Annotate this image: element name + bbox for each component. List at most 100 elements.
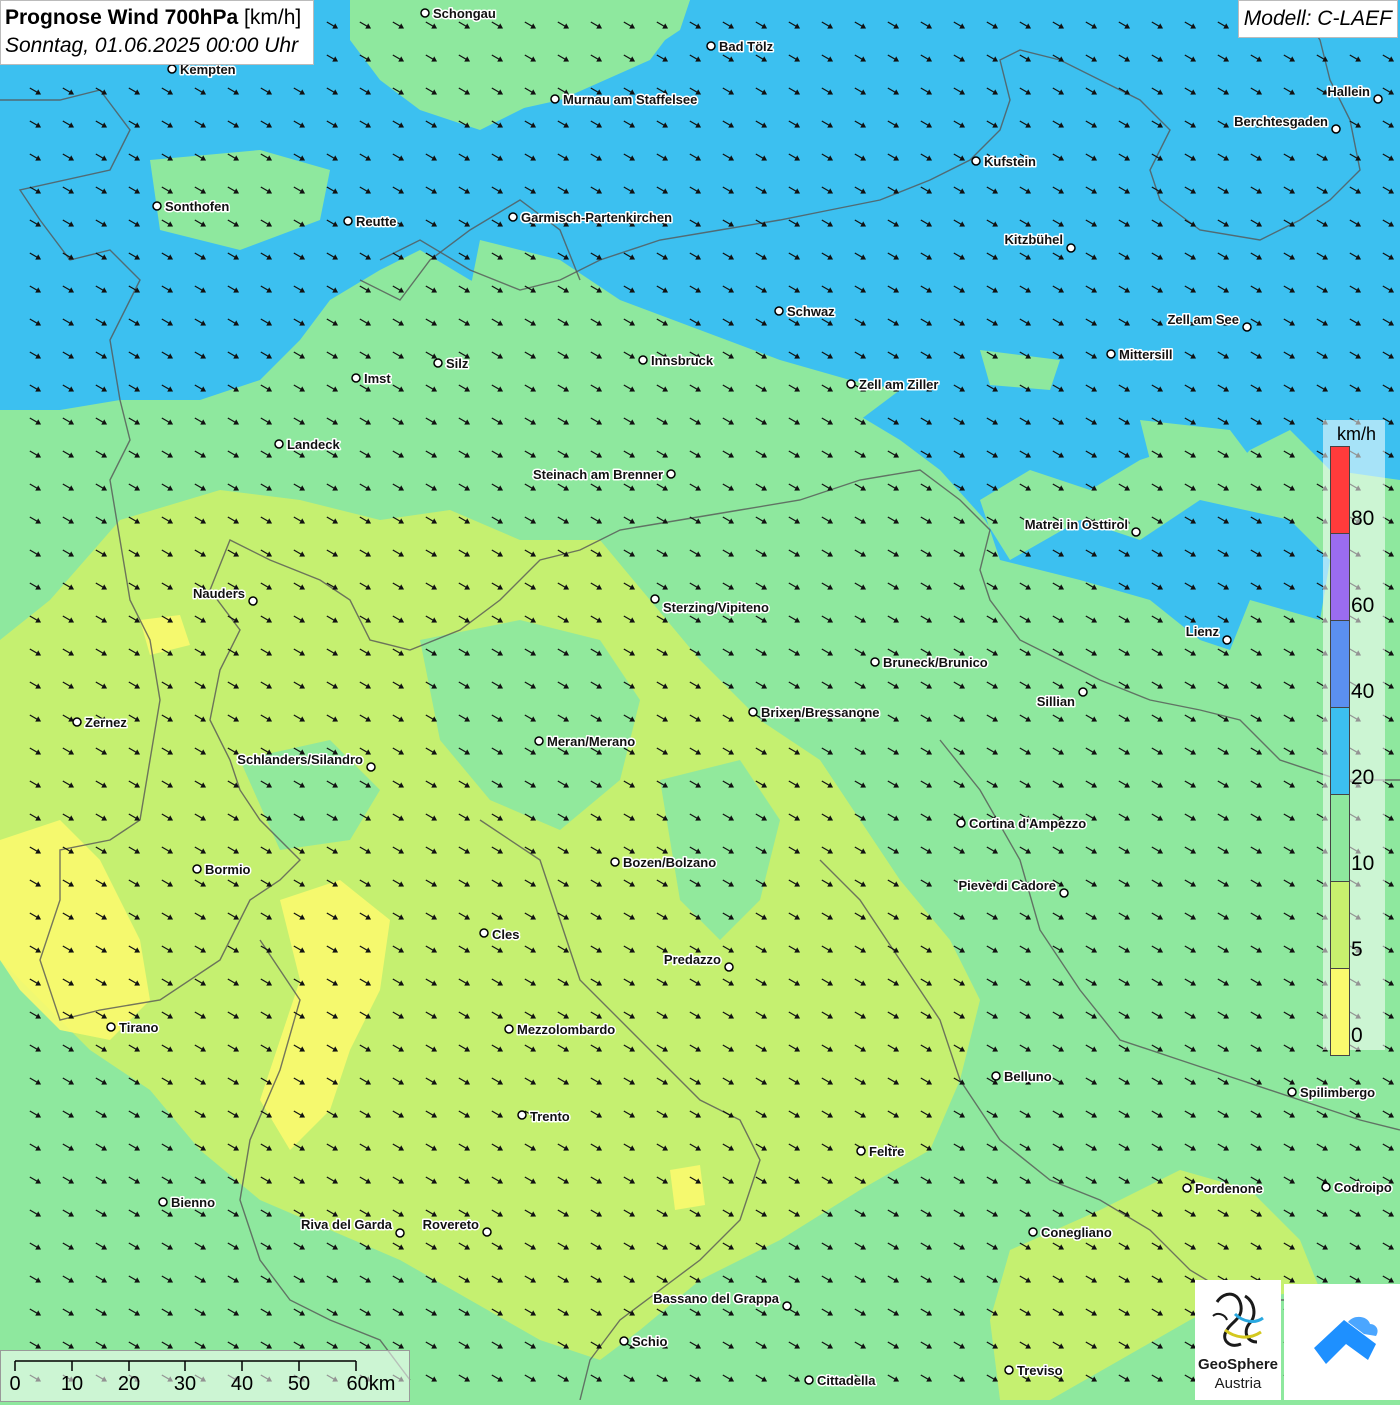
map-title: Prognose Wind 700hPa [km/h] [5, 4, 301, 32]
city-label: Murnau am Staffelsee [563, 92, 697, 107]
city-marker: Spilimbergo [1287, 1084, 1377, 1102]
city-dot [666, 469, 676, 479]
city-dot [420, 8, 430, 18]
city-dot [366, 762, 376, 772]
city-dot [106, 1022, 116, 1032]
city-label: Bienno [171, 1195, 215, 1210]
city-label: Tirano [119, 1020, 159, 1035]
scale-label-10: 10 [60, 1373, 84, 1395]
city-label: Lienz [1186, 624, 1220, 639]
legend-color-bar [1330, 446, 1350, 1056]
city-dot [619, 1336, 629, 1346]
city-dot [774, 306, 784, 316]
wind-field-0-5 [670, 1165, 705, 1210]
city-dot [706, 41, 716, 51]
city-label: Trento [530, 1109, 570, 1124]
city-label: Mezzolombardo [517, 1022, 615, 1037]
city-label: Spilimbergo [1300, 1085, 1375, 1100]
geosphere-name: GeoSphere [1197, 1356, 1279, 1373]
legend-segment-20 [1331, 708, 1349, 795]
city-label: Schlanders/Silandro [237, 752, 363, 767]
city-marker: Sonthofen [152, 198, 231, 216]
city-label: Bormio [205, 862, 251, 877]
city-dot [1131, 527, 1141, 537]
city-label: Reutte [356, 214, 396, 229]
city-dot [343, 216, 353, 226]
city-dot [856, 1146, 866, 1156]
city-dot [482, 1227, 492, 1237]
city-dot [517, 1110, 527, 1120]
legend-label-0: 0 [1351, 1024, 1363, 1047]
city-label: Sillian [1037, 694, 1075, 709]
city-label: Cles [492, 927, 519, 942]
city-label: Schio [632, 1334, 667, 1349]
city-dot [748, 707, 758, 717]
city-dot [158, 1197, 168, 1207]
city-marker: Conegliano [1028, 1224, 1113, 1242]
city-marker: Schongau [420, 5, 497, 23]
city-label: Nauders [193, 586, 245, 601]
scale-label-0: 0 [9, 1373, 21, 1395]
city-marker: Cortina d'Ampezzo [956, 815, 1088, 833]
scale-bar: 0 10 20 30 40 50 60km [0, 1350, 410, 1402]
city-dot [1287, 1087, 1297, 1097]
city-label: Zernez [85, 715, 127, 730]
city-label: Conegliano [1041, 1225, 1112, 1240]
city-label: Treviso [1017, 1363, 1063, 1378]
city-label: Zell am Ziller [859, 377, 938, 392]
city-dot [274, 439, 284, 449]
city-marker: Murnau am Staffelsee [550, 91, 699, 109]
city-dot [395, 1228, 405, 1238]
city-dot [782, 1301, 792, 1311]
city-label: Kitzbühel [1005, 232, 1064, 247]
city-label: Pieve di Cadore [958, 878, 1056, 893]
city-marker: Mezzolombardo [504, 1021, 617, 1039]
city-dot [479, 928, 489, 938]
city-dot [504, 1024, 514, 1034]
city-dot [804, 1375, 814, 1385]
legend-label-5: 5 [1351, 938, 1363, 961]
map-title-main: Prognose Wind 700hPa [5, 6, 239, 29]
city-label: Hallein [1327, 84, 1370, 99]
city-marker: Bozen/Bolzano [610, 854, 718, 872]
city-label: Brixen/Bressanone [761, 705, 880, 720]
city-label: Meran/Merano [547, 734, 635, 749]
map-subtitle: Sonntag, 01.06.2025 00:00 Uhr [5, 34, 299, 57]
city-dot [433, 358, 443, 368]
scale-label-60: 60km [346, 1373, 396, 1395]
city-marker: Bruneck/Brunico [870, 654, 989, 672]
city-dot [1059, 888, 1069, 898]
city-dot [152, 201, 162, 211]
city-dot [550, 94, 560, 104]
scale-label-20: 20 [117, 1373, 141, 1395]
city-dot [508, 212, 518, 222]
city-label: Sonthofen [165, 199, 229, 214]
app-logo-icon [1314, 1316, 1378, 1364]
weather-app-logo[interactable] [1284, 1284, 1400, 1400]
city-label: Landeck [287, 437, 341, 452]
city-marker: Innsbruck [638, 352, 715, 370]
legend-segment-80 [1331, 447, 1349, 534]
legend-label-20: 20 [1351, 766, 1375, 789]
city-marker: Brixen/Bressanone [748, 704, 881, 722]
city-dot [72, 717, 82, 727]
city-dot [724, 962, 734, 972]
city-label: Feltre [869, 1144, 904, 1159]
geosphere-subname: Austria [1214, 1375, 1262, 1392]
city-label: Schongau [433, 6, 496, 21]
legend-segment-60 [1331, 534, 1349, 621]
city-label: Steinach am Brenner [533, 467, 663, 482]
city-dot [1373, 94, 1383, 104]
city-label: Mittersill [1119, 347, 1172, 362]
city-dot [1321, 1182, 1331, 1192]
city-marker: Meran/Merano [534, 733, 637, 751]
legend-segment-10 [1331, 795, 1349, 882]
city-label: Kufstein [984, 154, 1036, 169]
city-label: Matrei in Osttirol [1025, 517, 1128, 532]
city-dot [1066, 243, 1076, 253]
scale-label-30: 30 [173, 1373, 197, 1395]
city-dot [167, 64, 177, 74]
scale-label-40: 40 [230, 1373, 254, 1395]
geosphere-logo[interactable]: GeoSphere Austria [1195, 1280, 1281, 1400]
city-dot [1106, 349, 1116, 359]
